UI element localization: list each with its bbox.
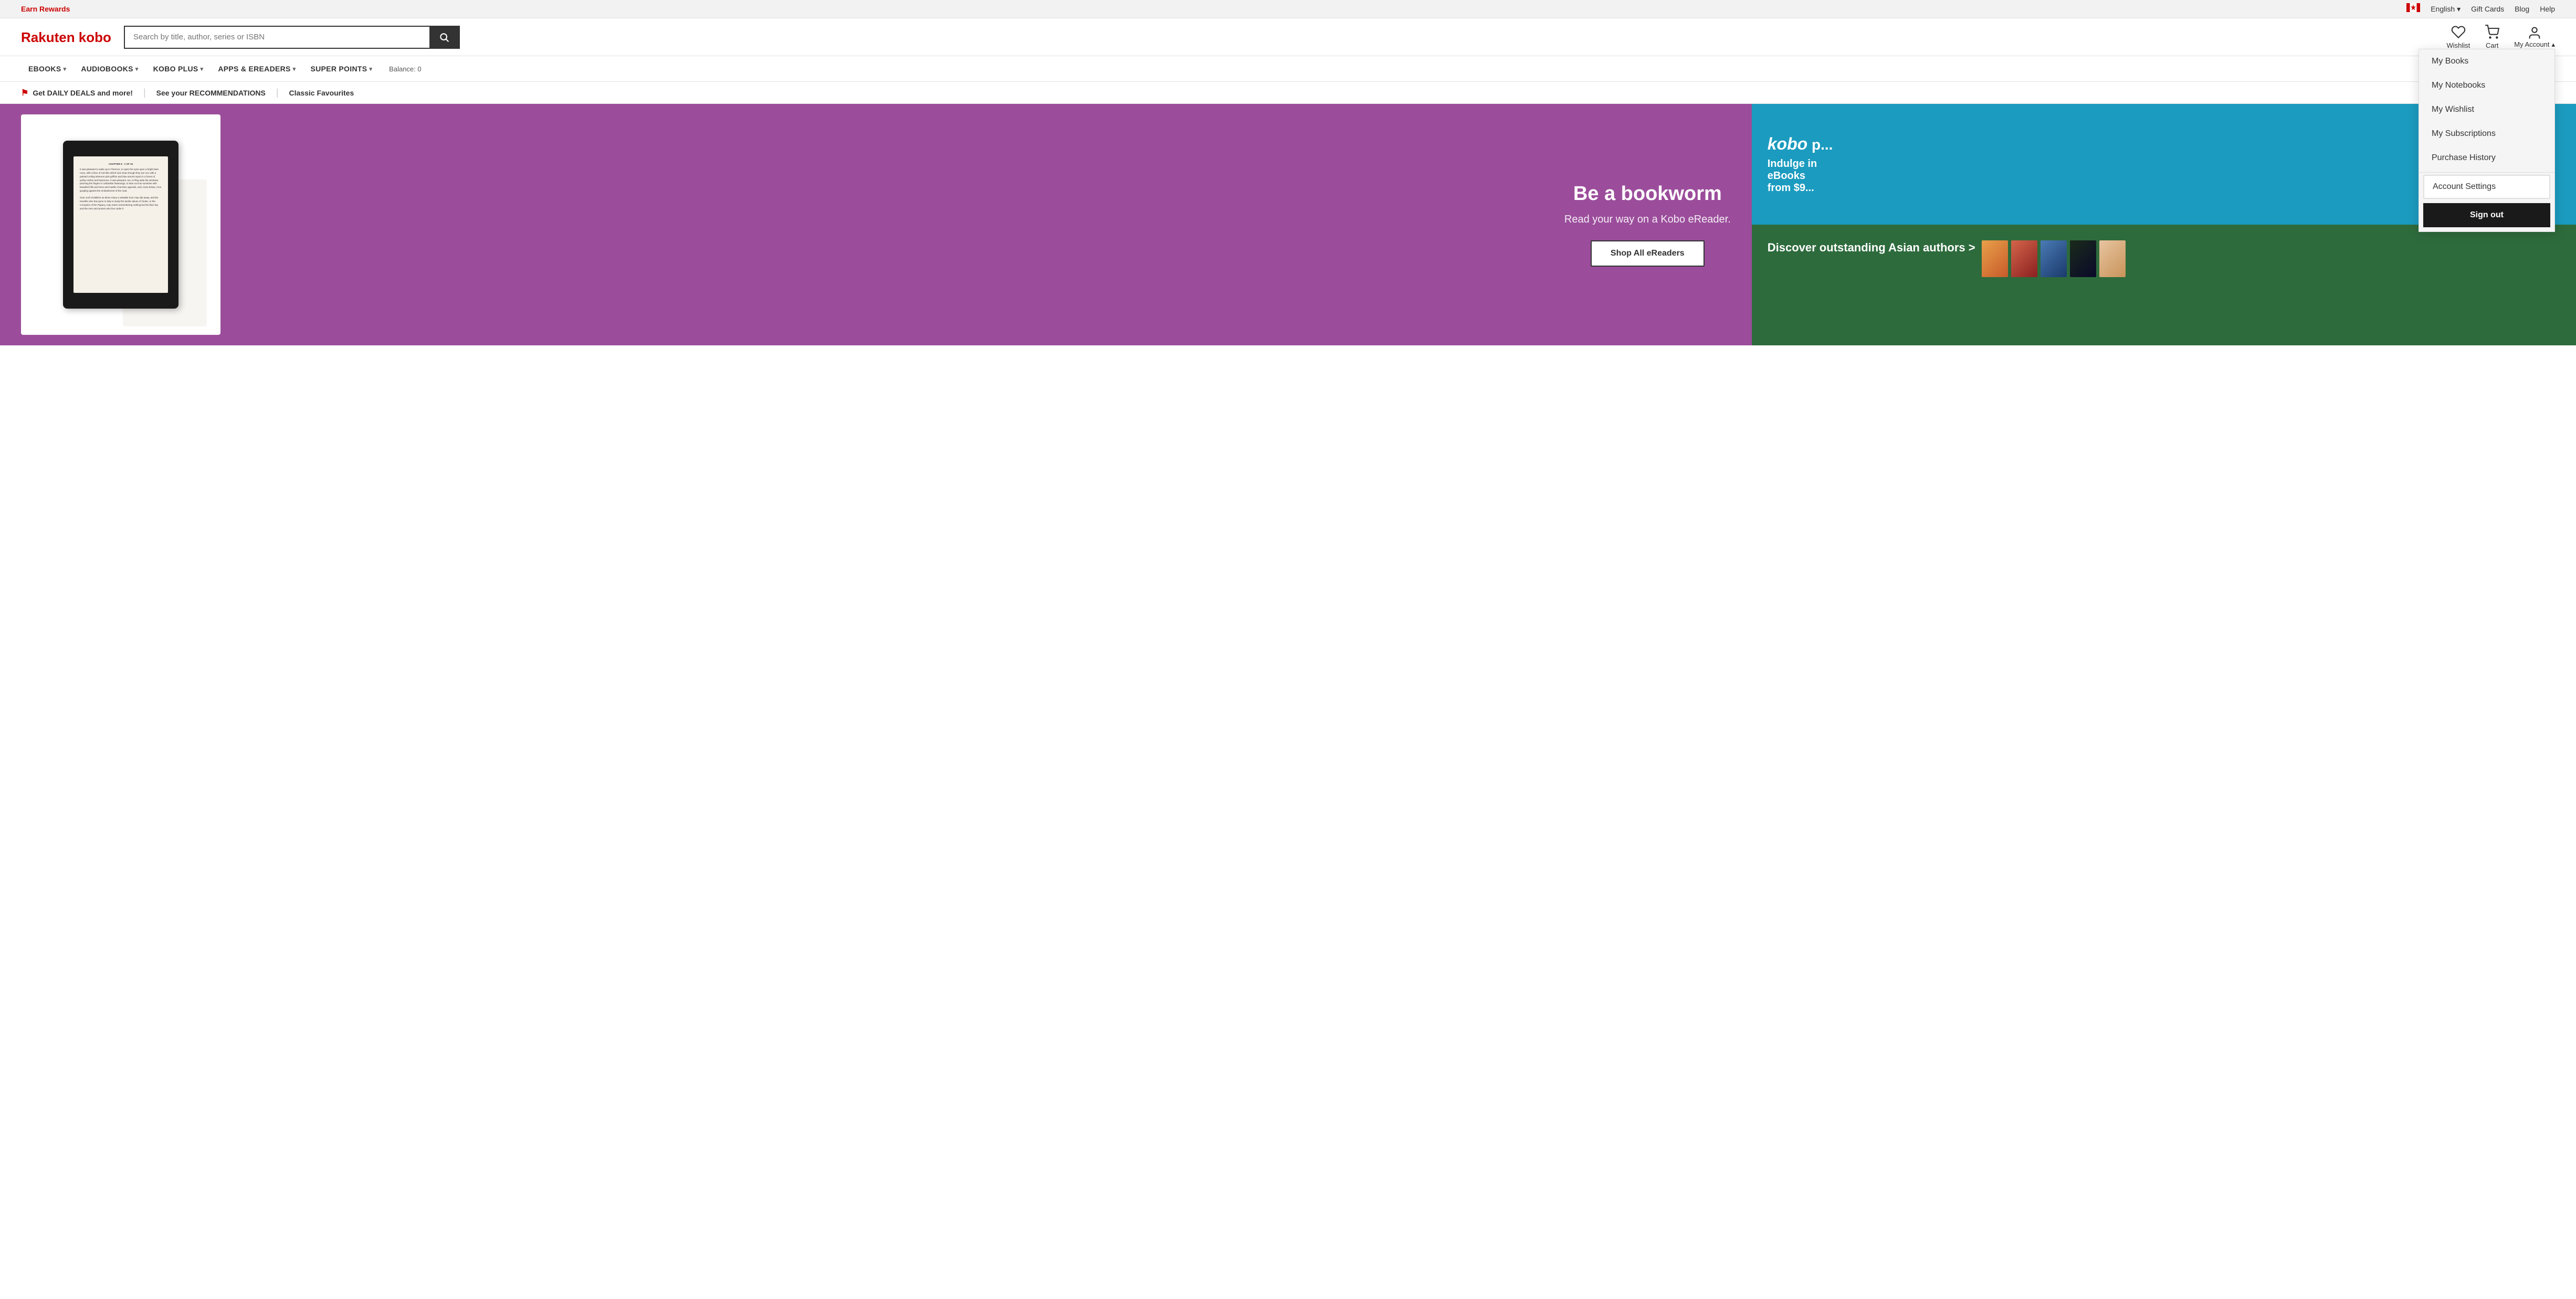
account-settings-item[interactable]: Account Settings xyxy=(2423,175,2550,199)
nav-apps-ereaders[interactable]: Apps & eReaders ▾ xyxy=(211,56,303,81)
my-account-button[interactable]: My Account ▴ xyxy=(2514,26,2555,49)
recommendations-link[interactable]: See your RECOMMENDATIONS xyxy=(146,89,276,97)
header: Rakuten kobo Wishlist Cart xyxy=(0,18,2576,56)
panel-bottom-text: Discover outstanding Asian authors > xyxy=(1768,240,1975,260)
nav-super-points[interactable]: Super Points ▾ xyxy=(303,56,380,81)
account-dropdown: My Books My Notebooks My Wishlist My Sub… xyxy=(2419,49,2555,232)
super-points-chevron-icon: ▾ xyxy=(369,66,372,72)
nav-kobo-plus[interactable]: Kobo Plus ▾ xyxy=(146,56,211,81)
dropdown-divider xyxy=(2419,172,2554,173)
hero-text: Be a bookworm Read your way on a Kobo eR… xyxy=(1564,183,1731,267)
sign-out-button[interactable]: Sign out xyxy=(2423,203,2550,227)
top-bar-left: Earn Rewards xyxy=(21,5,70,13)
search-container xyxy=(124,26,460,49)
cart-icon xyxy=(2485,25,2499,39)
ereader-device: CHAPTER 9 · 1 OF 19 It was pleasant to w… xyxy=(63,141,178,309)
book-cover-1 xyxy=(1982,240,2008,277)
nav-audiobooks-label: Audiobooks xyxy=(81,65,133,73)
my-books-item[interactable]: My Books xyxy=(2419,49,2554,73)
daily-deals-link[interactable]: ⚑ Get DAILY DEALS and more! xyxy=(21,88,143,98)
shop-ereaders-button[interactable]: Shop All eReaders xyxy=(1591,240,1705,267)
asian-authors-panel[interactable]: Discover outstanding Asian authors > xyxy=(1752,225,2576,345)
nav-apps-ereaders-label: Apps & eReaders xyxy=(218,65,290,73)
nav-super-points-label: Super Points xyxy=(311,65,367,73)
hero-title: Be a bookworm xyxy=(1564,183,1731,205)
account-icon xyxy=(2527,26,2542,40)
panel-bottom-title: Discover outstanding Asian authors > xyxy=(1768,240,1975,256)
language-selector[interactable]: English ▾ xyxy=(2431,5,2461,14)
balance-display: Balance: 0 xyxy=(382,59,428,79)
promo-strip: ⚑ Get DAILY DEALS and more! | See your R… xyxy=(0,82,2576,104)
hero-section: CHAPTER 9 · 1 OF 19 It was pleasant to w… xyxy=(0,104,1752,345)
flag-promo-icon: ⚑ xyxy=(21,88,28,98)
help-link[interactable]: Help xyxy=(2540,5,2555,13)
ebooks-chevron-icon: ▾ xyxy=(63,66,66,72)
search-button[interactable] xyxy=(429,27,459,48)
hero-book-frame: CHAPTER 9 · 1 OF 19 It was pleasant to w… xyxy=(21,114,220,335)
my-account-text: My Account xyxy=(2514,40,2549,48)
nav-ebooks-label: eBooks xyxy=(28,65,61,73)
earn-rewards-link[interactable]: Earn Rewards xyxy=(21,5,70,13)
classics-link[interactable]: Classic Favourites xyxy=(279,89,365,97)
my-account-wrapper: My Account ▴ My Books My Notebooks My Wi… xyxy=(2514,26,2555,49)
wishlist-button[interactable]: Wishlist xyxy=(2446,25,2470,49)
my-notebooks-item[interactable]: My Notebooks xyxy=(2419,73,2554,98)
gift-cards-link[interactable]: Gift Cards xyxy=(2471,5,2504,13)
top-bar: Earn Rewards English ▾ Gift Cards Blog H… xyxy=(0,0,2576,18)
nav-bar: eBooks ▾ Audiobooks ▾ Kobo Plus ▾ Apps &… xyxy=(0,56,2576,82)
logo-text: Rakuten kobo xyxy=(21,29,111,46)
kobo-plus-chevron-icon: ▾ xyxy=(201,66,204,72)
logo[interactable]: Rakuten kobo xyxy=(21,29,111,46)
nav-audiobooks[interactable]: Audiobooks ▾ xyxy=(73,56,145,81)
book-cover-3 xyxy=(2041,240,2067,277)
nav-kobo-plus-label: Kobo Plus xyxy=(153,65,198,73)
book-cover-2 xyxy=(2011,240,2037,277)
canada-flag-icon xyxy=(2406,3,2420,15)
purchase-history-item[interactable]: Purchase History xyxy=(2419,146,2554,170)
my-wishlist-item[interactable]: My Wishlist xyxy=(2419,98,2554,122)
nav-ebooks[interactable]: eBooks ▾ xyxy=(21,56,73,81)
daily-deals-text: Get DAILY DEALS and more! xyxy=(33,89,133,97)
language-chevron-icon: ▾ xyxy=(2457,5,2461,14)
cart-button[interactable]: Cart xyxy=(2485,25,2499,49)
search-input[interactable] xyxy=(125,27,429,48)
my-account-label-row: My Account ▴ xyxy=(2514,40,2555,49)
classics-text: Classic Favourites xyxy=(289,89,354,97)
book-covers xyxy=(1982,240,2126,277)
account-chevron-icon: ▴ xyxy=(2551,40,2555,49)
header-right: Wishlist Cart My Account ▴ xyxy=(2446,25,2555,49)
audiobooks-chevron-icon: ▾ xyxy=(135,66,139,72)
book-cover-5 xyxy=(2099,240,2126,277)
top-bar-right: English ▾ Gift Cards Blog Help xyxy=(2406,3,2555,15)
main-content: CHAPTER 9 · 1 OF 19 It was pleasant to w… xyxy=(0,104,2576,345)
language-label: English xyxy=(2431,5,2455,13)
book-cover-4 xyxy=(2070,240,2096,277)
my-subscriptions-item[interactable]: My Subscriptions xyxy=(2419,122,2554,146)
apps-chevron-icon: ▾ xyxy=(293,66,296,72)
blog-link[interactable]: Blog xyxy=(2515,5,2529,13)
search-icon xyxy=(439,32,449,43)
ereader-screen: CHAPTER 9 · 1 OF 19 It was pleasant to w… xyxy=(73,156,168,293)
heart-icon xyxy=(2451,25,2466,39)
recommendations-text: See your RECOMMENDATIONS xyxy=(156,89,266,97)
hero-subtitle: Read your way on a Kobo eReader. xyxy=(1564,214,1731,226)
